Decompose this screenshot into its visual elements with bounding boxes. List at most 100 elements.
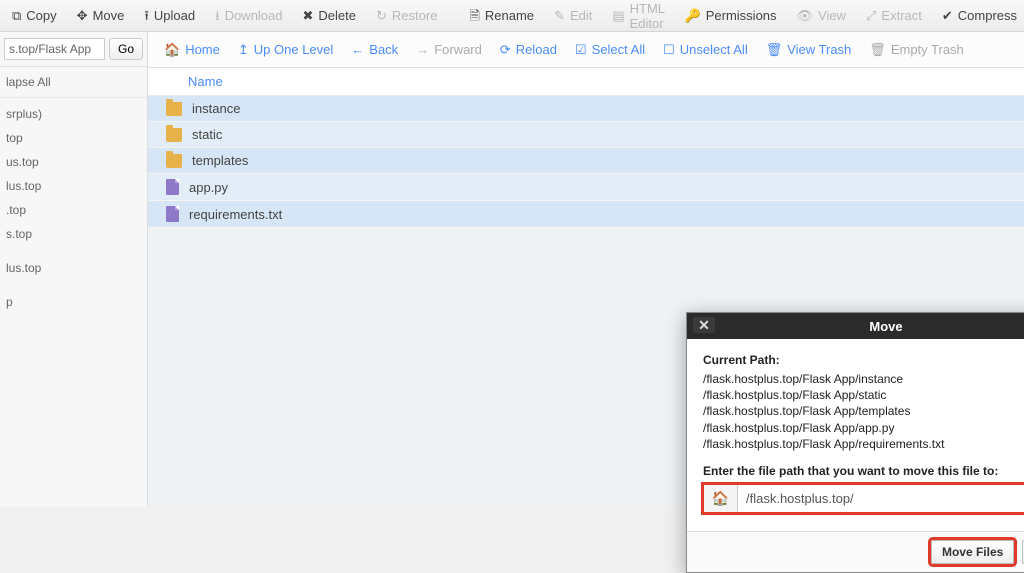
reload-button[interactable]: ⟳ Reload [492,38,565,61]
tree-item[interactable]: s.top [0,222,147,246]
edit-icon: ✎ [554,9,565,22]
delete-icon: ✖ [303,9,314,22]
select-all-label: Select All [592,42,645,57]
tree-item[interactable]: us.top [0,150,147,174]
unselect-all-button[interactable]: ☐Unselect All [655,38,756,61]
folder-icon [166,128,182,142]
view-icon: 👁 [797,9,814,22]
html-editor-button: ▤HTML Editor [604,0,672,35]
destination-input[interactable] [737,484,1024,513]
permissions-button[interactable]: 🔑Permissions [677,4,785,27]
empty-trash-icon: 🗑 [869,43,886,56]
back-icon: ← [351,43,364,56]
trash-icon: 🗑 [766,43,783,56]
file-row[interactable]: requirements.txt [148,201,1024,228]
close-icon[interactable]: ✕ [693,317,715,333]
tree-item[interactable]: top [0,126,147,150]
current-paths-list: /flask.hostplus.top/Flask App/instance /… [703,371,1024,452]
file-icon [166,179,179,195]
forward-button[interactable]: → Forward [408,38,490,61]
up-label: Up One Level [254,42,334,57]
home-icon[interactable]: 🏠 [703,484,737,513]
file-row[interactable]: app.py [148,174,1024,201]
empty-trash-button[interactable]: 🗑Empty Trash [861,38,971,61]
move-dialog: ✕ Move ▲ Current Path: /flask.hostplus.t… [686,312,1024,573]
extract-icon: ⤢ [866,9,876,22]
list-header: Name [148,68,1024,96]
upload-label: Upload [154,8,195,23]
restore-label: Restore [392,8,438,23]
upload-icon: ⭱ [144,9,149,22]
move-button[interactable]: ✥Move [69,4,133,27]
path-line: /flask.hostplus.top/Flask App/static [703,387,1024,403]
view-trash-button[interactable]: 🗑 View Trash [758,38,860,61]
destination-row: 🏠 [703,484,1024,513]
edit-label: Edit [570,8,592,23]
file-row[interactable]: templates [148,148,1024,174]
path-row: Go [0,32,147,67]
permissions-icon: 🔑 [685,9,701,22]
content-area: 🏠 Home ↥ Up One Level ←Back → Forward ⟳ Relo… [148,32,1024,507]
col-name-header[interactable]: Name [188,74,223,89]
select-all-button[interactable]: ☑Select All [567,38,653,61]
tree-item[interactable] [0,280,147,290]
home-label: Home [185,42,220,57]
file-row[interactable]: instance [148,96,1024,122]
view-button: 👁 View [789,4,854,27]
restore-button: ↻Restore [368,4,445,27]
forward-label: Forward [434,42,482,57]
home-icon: 🏠 [164,43,180,56]
file-name: instance [192,101,240,116]
upload-button[interactable]: ⭱ Upload [136,4,203,27]
rename-button[interactable]: 🗎Rename [461,4,542,27]
view-trash-label: View Trash [787,42,851,57]
dialog-title: Move [869,319,902,334]
back-button[interactable]: ←Back [343,38,406,61]
copy-button[interactable]: ⧉Copy [4,4,65,27]
file-icon [166,206,179,222]
tree-item[interactable]: srplus) [0,102,147,126]
up-one-level-button[interactable]: ↥ Up One Level [230,38,341,61]
unselect-all-icon: ☐ [663,43,675,56]
view-label: View [818,8,846,23]
delete-button[interactable]: ✖ Delete [295,4,364,27]
dialog-footer: Move Files ancel [687,531,1024,572]
rename-label: Rename [485,8,534,23]
file-name: app.py [189,180,228,195]
go-button[interactable]: Go [109,38,143,60]
reload-icon: ⟳ [500,43,511,56]
download-button: ⭳ Download [207,4,290,27]
dialog-header: ✕ Move [687,313,1024,339]
download-icon: ⭳ [215,9,220,22]
tree-item[interactable] [0,246,147,256]
edit-button: ✎ Edit [546,4,600,27]
tree-item[interactable]: lus.top [0,174,147,198]
folder-icon [166,154,182,168]
up-icon: ↥ [238,43,249,56]
forward-icon: → [416,43,429,56]
path-line: /flask.hostplus.top/Flask App/app.py [703,420,1024,436]
delete-label: Delete [318,8,356,23]
reload-label: Reload [516,42,557,57]
move-label: Move [93,8,125,23]
file-name: templates [192,153,248,168]
sidebar: Go lapse All srplus) top us.top lus.top … [0,32,148,507]
path-input[interactable] [4,38,105,60]
tree-item[interactable]: p [0,290,147,314]
folder-icon [166,102,182,116]
download-label: Download [225,8,283,23]
compress-icon: ✔ [942,9,953,22]
extract-button: ⤢ Extract [858,4,930,27]
copy-icon: ⧉ [12,9,21,22]
extract-label: Extract [881,8,921,23]
file-row[interactable]: static [148,122,1024,148]
move-files-button[interactable]: Move Files [931,540,1014,564]
html-editor-label: HTML Editor [630,1,665,31]
home-button[interactable]: 🏠 Home [156,38,228,61]
tree-item[interactable]: lus.top [0,256,147,280]
nav-row: 🏠 Home ↥ Up One Level ←Back → Forward ⟳ Relo… [148,32,1024,68]
compress-button[interactable]: ✔Compress [934,4,1024,27]
path-line: /flask.hostplus.top/Flask App/templates [703,403,1024,419]
tree-item[interactable]: .top [0,198,147,222]
collapse-all-button[interactable]: lapse All [0,67,147,98]
